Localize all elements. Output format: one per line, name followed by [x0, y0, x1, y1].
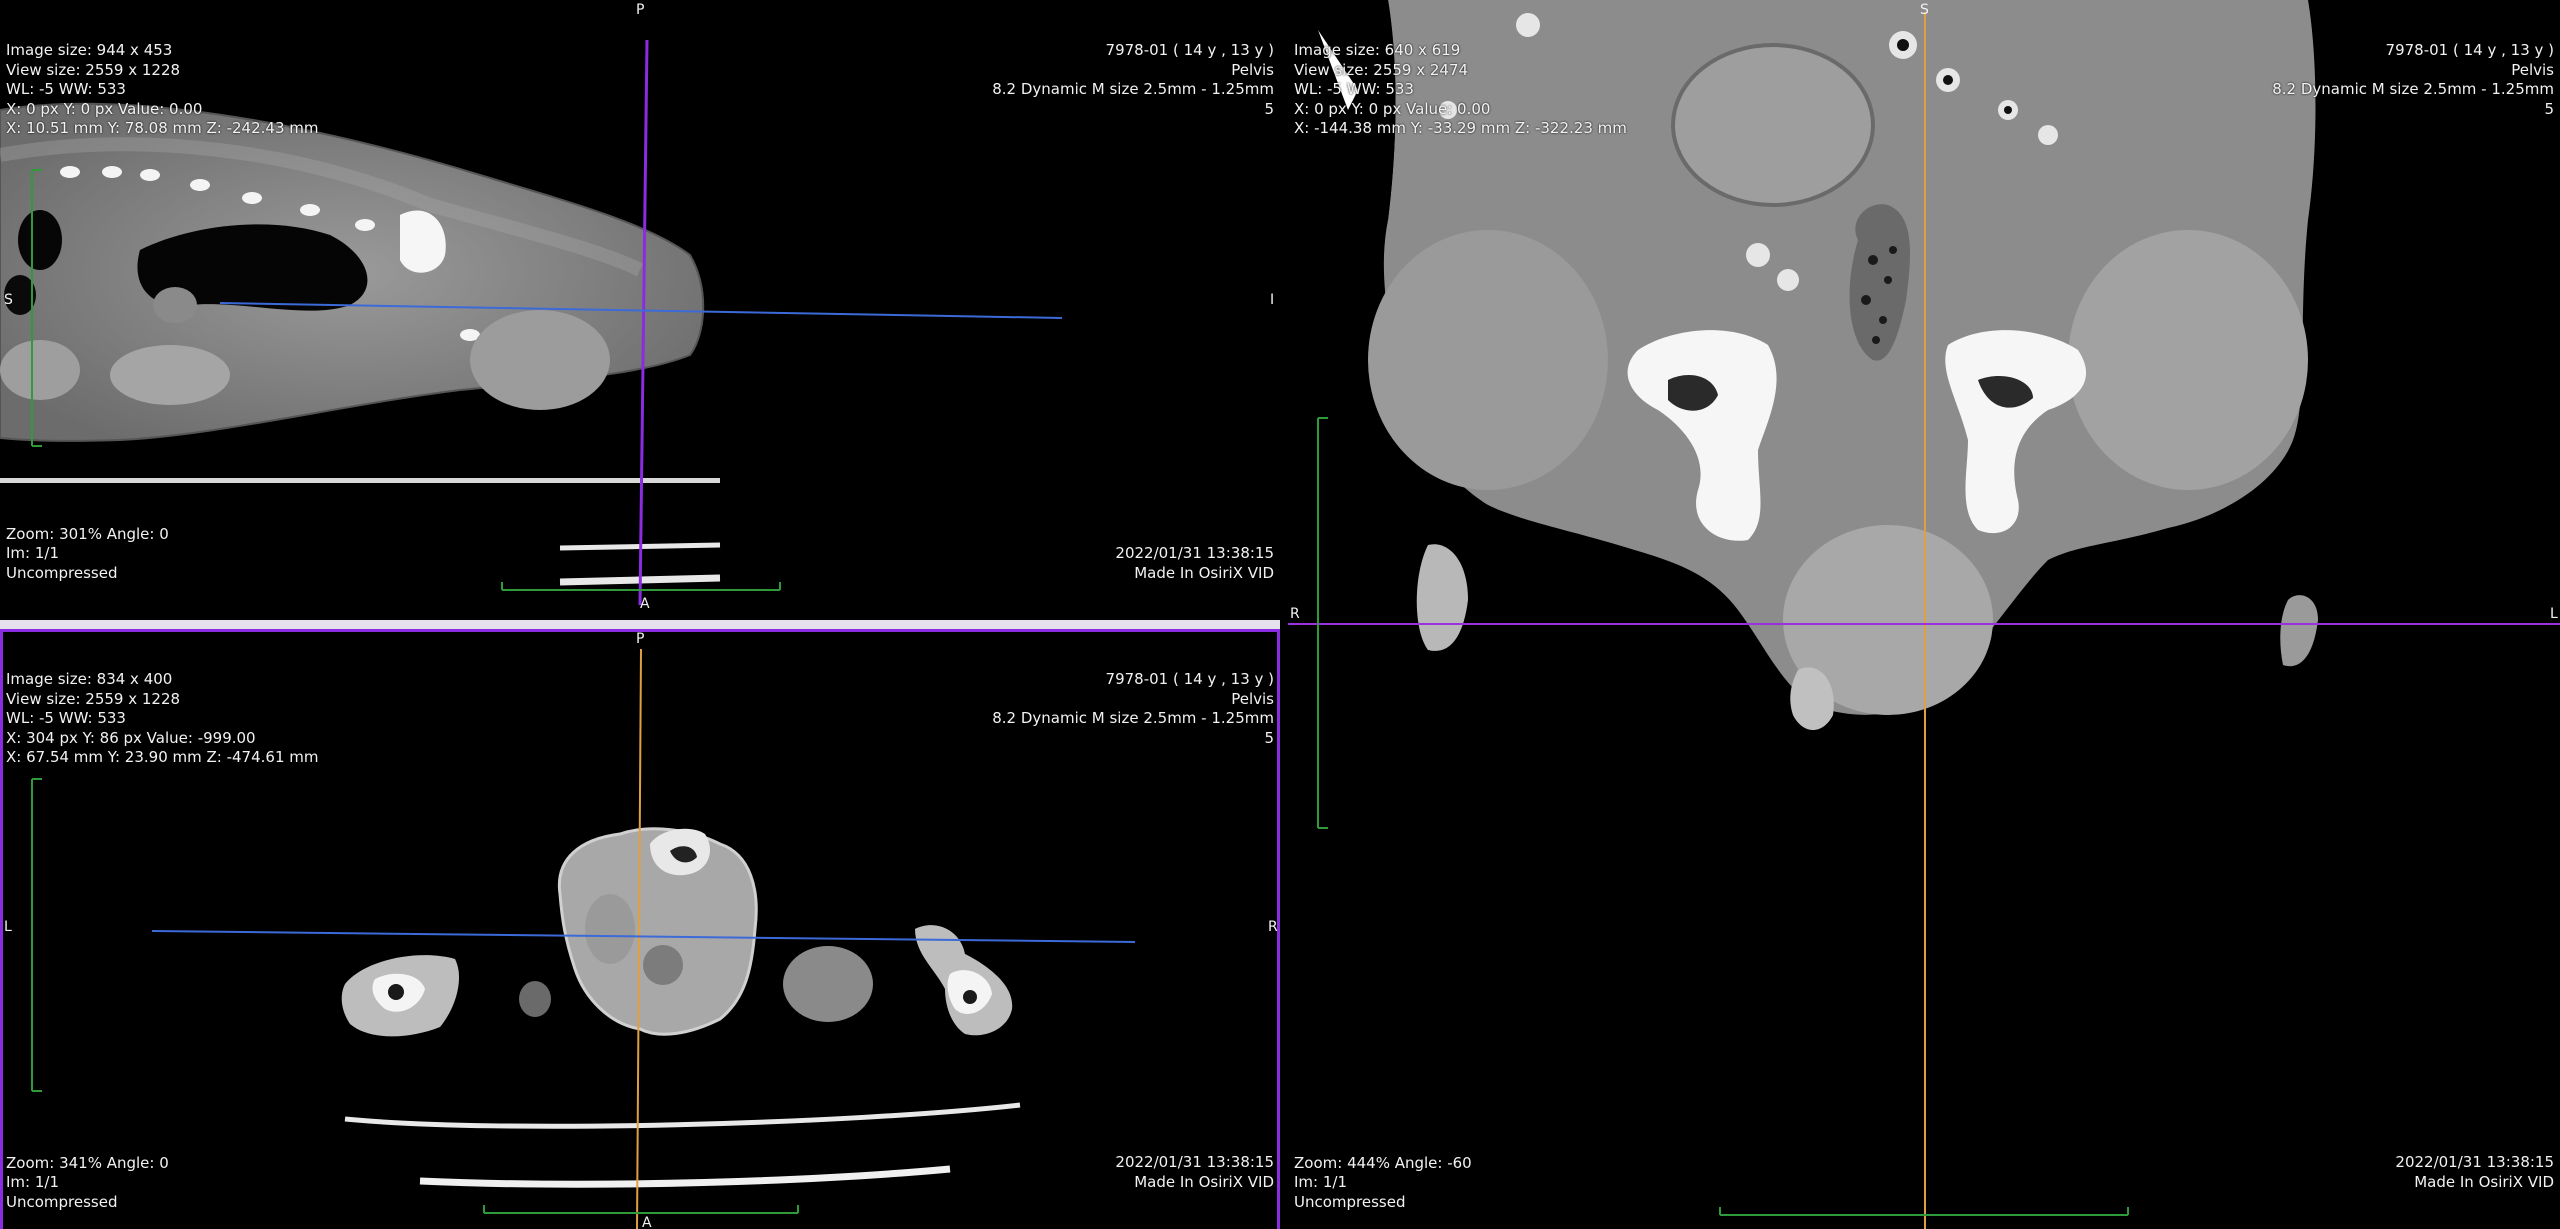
coronal-info-top-left: Image size: 640 x 619 View size: 2559 x 2… — [1294, 41, 1627, 137]
axial-orient-top: P — [636, 631, 645, 647]
sagittal-orient-bottom: A — [640, 596, 650, 612]
axial-info-top-right: 7978-01 ( 14 y , 13 y ) Pelvis 8.2 Dynamic… — [992, 670, 1274, 747]
sagittal-info-bottom-right: 2022/01/31 13:38:15 Made In OsiriX VID — [1115, 544, 1274, 582]
axial-orient-bottom: A — [642, 1215, 652, 1229]
coronal-info-bottom-left: Zoom: 444% Angle: -60 Im: 1/1 Uncompressed — [1294, 1153, 1472, 1211]
sagittal-orient-top: P — [636, 2, 645, 18]
axial-orient-right: R — [1268, 919, 1278, 935]
axial-info-bottom-left: Zoom: 341% Angle: 0 Im: 1/1 Uncompressed — [6, 1153, 169, 1211]
axial-info-top-left: Image size: 834 x 400 View size: 2559 x 1… — [6, 670, 319, 766]
sagittal-info-top-right: 7978-01 ( 14 y , 13 y ) Pelvis 8.2 Dynamic… — [992, 41, 1274, 118]
coronal-orient-right: L — [2550, 606, 2558, 622]
coronal-orient-left: R — [1290, 606, 1300, 622]
ct-coronal-slice-icon — [1288, 0, 2560, 1229]
sagittal-info-top-left: Image size: 944 x 453 View size: 2559 x 1… — [6, 41, 319, 137]
sagittal-orient-left: S — [4, 292, 13, 308]
viewport-separator-vertical — [1281, 0, 1288, 1229]
axial-orient-left: L — [4, 919, 12, 935]
coronal-info-bottom-right: 2022/01/31 13:38:15 Made In OsiriX VID — [2395, 1153, 2554, 1191]
viewport-separator — [0, 620, 1280, 629]
viewport-sagittal[interactable]: Image size: 944 x 453 View size: 2559 x 1… — [0, 0, 1280, 620]
coronal-orient-top: S — [1920, 2, 1929, 18]
sagittal-info-bottom-left: Zoom: 301% Angle: 0 Im: 1/1 Uncompressed — [6, 524, 169, 582]
viewport-axial[interactable]: Image size: 834 x 400 View size: 2559 x 1… — [0, 629, 1280, 1229]
sagittal-orient-right: I — [1270, 292, 1275, 308]
coronal-info-top-right: 7978-01 ( 14 y , 13 y ) Pelvis 8.2 Dynamic… — [2272, 41, 2554, 118]
axial-info-bottom-right: 2022/01/31 13:38:15 Made In OsiriX VID — [1115, 1153, 1274, 1191]
viewport-coronal[interactable]: Image size: 640 x 619 View size: 2559 x 2… — [1288, 0, 2560, 1229]
